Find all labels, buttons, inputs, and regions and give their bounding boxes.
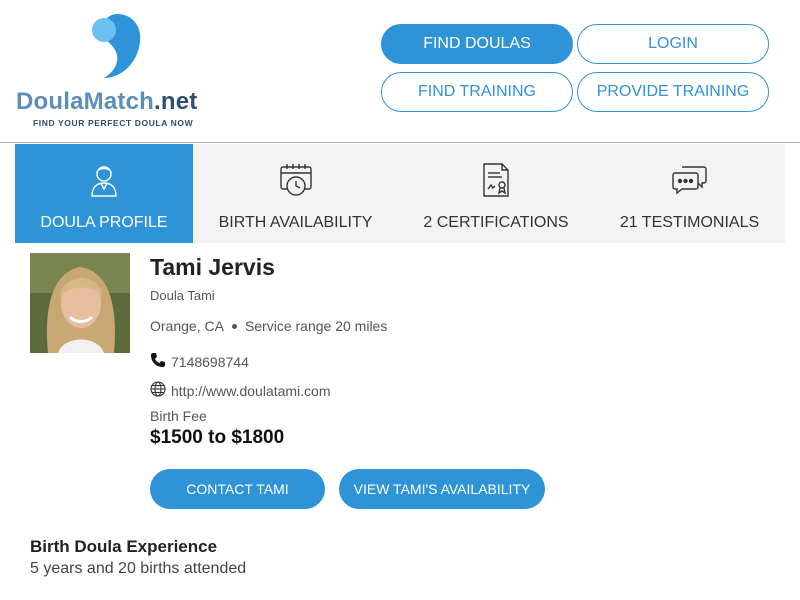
site-logo[interactable]: DoulaMatch.net FIND YOUR PERFECT DOULA N… [16, 10, 226, 132]
birth-fee-value: $1500 to $1800 [150, 427, 285, 448]
profile-tabs: DOULA PROFILE BIRTH AVAILABILITY 2 CERTI… [15, 144, 785, 243]
find-training-button[interactable]: FIND TRAINING [381, 72, 573, 112]
contact-button[interactable]: CONTACT TAMI [150, 469, 325, 509]
login-button[interactable]: LOGIN [577, 24, 769, 64]
website-link[interactable]: http://www.doulatami.com [171, 383, 331, 399]
experience-heading: Birth Doula Experience [30, 537, 218, 556]
business-name: Doula Tami [150, 288, 215, 303]
tab-label: 2 CERTIFICATIONS [423, 214, 569, 231]
phone-number[interactable]: 7148698744 [171, 354, 249, 370]
phone-row[interactable]: 7148698744 [150, 352, 249, 371]
chat-bubbles-icon [671, 162, 708, 198]
logo-tagline: FIND YOUR PERFECT DOULA NOW [33, 118, 194, 128]
city: Orange, CA [150, 318, 224, 334]
birth-fee-label: Birth Fee [150, 408, 207, 424]
experience-text: 5 years and 20 births attended [30, 560, 247, 577]
website-row[interactable]: http://www.doulatami.com [150, 381, 331, 400]
doula-name: Tami Jervis [150, 254, 275, 280]
profile-photo [30, 253, 130, 353]
logo-wordmark: DoulaMatch.net [16, 88, 198, 115]
tab-doula-profile[interactable]: DOULA PROFILE [15, 144, 193, 243]
location-line: Orange, CA Service range 20 miles [150, 318, 387, 334]
certificate-icon [478, 162, 514, 198]
tab-label: BIRTH AVAILABILITY [218, 214, 373, 231]
globe-icon [150, 381, 166, 400]
find-doulas-button[interactable]: FIND DOULAS [381, 24, 573, 64]
view-availability-button[interactable]: VIEW TAMI'S AVAILABILITY [339, 469, 545, 509]
person-icon [86, 162, 122, 198]
tab-label: DOULA PROFILE [40, 214, 168, 231]
service-range: Service range 20 miles [244, 318, 388, 334]
provide-training-button[interactable]: PROVIDE TRAINING [577, 72, 769, 112]
tab-birth-availability[interactable]: BIRTH AVAILABILITY [193, 144, 398, 243]
site-header: DoulaMatch.net FIND YOUR PERFECT DOULA N… [0, 0, 800, 143]
tab-label: 21 TESTIMONIALS [619, 214, 760, 231]
phone-icon [150, 352, 166, 371]
separator-dot [231, 324, 237, 329]
calendar-clock-icon [278, 162, 314, 198]
tab-testimonials[interactable]: 21 TESTIMONIALS [594, 144, 785, 243]
logo-mark-icon [92, 14, 141, 78]
tab-certifications[interactable]: 2 CERTIFICATIONS [398, 144, 594, 243]
